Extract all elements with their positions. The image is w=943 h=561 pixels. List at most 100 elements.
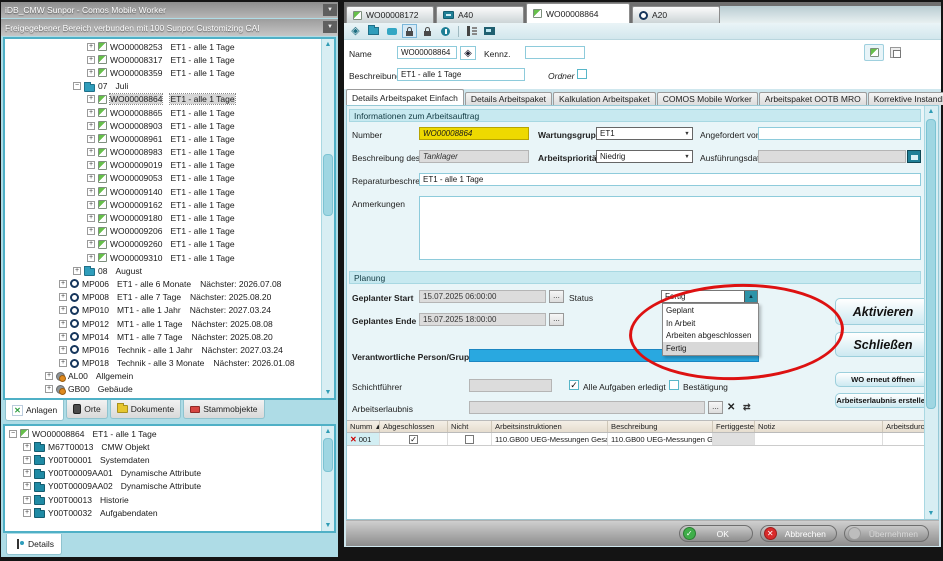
angefordert-input[interactable] (758, 127, 921, 140)
expand-toggle[interactable]: + (23, 482, 31, 490)
tree-item[interactable]: + MP016 Technik - alle 1 Jahr Nächster: … (5, 343, 320, 356)
content-scrollbar[interactable]: ▲ ▼ (924, 106, 938, 519)
uebernehmen-button[interactable]: Übernehmen (844, 525, 929, 542)
expand-toggle[interactable]: + (23, 456, 31, 464)
eq-input[interactable]: Tanklager (419, 150, 529, 163)
column-header[interactable]: Notiz (755, 421, 883, 432)
start-picker-button[interactable]: ... (549, 290, 564, 303)
column-header[interactable]: Beschreibung (608, 421, 713, 432)
tree-item[interactable]: + M67T00013 CMW Objekt (5, 440, 320, 453)
ordner-checkbox[interactable] (577, 69, 587, 79)
tree-item[interactable]: + WO00009019 ET1 - alle 1 Tage (5, 159, 320, 172)
column-header[interactable]: Numm ▲ (347, 421, 380, 432)
tree-item[interactable]: + WO00009180 ET1 - alle 1 Tage (5, 211, 320, 224)
expand-toggle[interactable]: + (59, 306, 67, 314)
expand-toggle[interactable]: + (87, 254, 95, 262)
tree-item[interactable]: + WO00008317 ET1 - alle 1 Tage (5, 53, 320, 66)
bestaetigung-checkbox[interactable] (669, 380, 679, 390)
expand-toggle[interactable]: + (87, 227, 95, 235)
notiz-cell[interactable] (755, 433, 883, 445)
expand-toggle[interactable]: + (87, 201, 95, 209)
instruktionen-cell[interactable]: 110.GB00 UEG-Messungen Gesamta (492, 433, 608, 445)
expand-toggle[interactable]: + (87, 56, 95, 64)
calendar-icon[interactable] (907, 150, 921, 163)
info-icon[interactable] (438, 24, 453, 38)
nicht-checkbox[interactable] (465, 435, 474, 444)
tree-item[interactable]: + WO00009053 ET1 - alle 1 Tage (5, 172, 320, 185)
expand-toggle[interactable]: + (87, 148, 95, 156)
status-list-icon[interactable] (464, 24, 479, 38)
navigator-diamond-button[interactable]: ◈ (460, 46, 476, 60)
swap-icon[interactable]: ⇄ (743, 402, 751, 413)
expand-toggle[interactable]: + (87, 161, 95, 169)
tree-item[interactable]: + WO00009310 ET1 - alle 1 Tage (5, 251, 320, 264)
tree-item[interactable]: + WO00008903 ET1 - alle 1 Tage (5, 119, 320, 132)
open-folder-icon[interactable] (366, 24, 381, 38)
expand-toggle[interactable]: + (59, 280, 67, 288)
unlock-icon[interactable] (402, 24, 417, 38)
ende-picker-button[interactable]: ... (549, 313, 564, 326)
tree-item[interactable]: − WO00008864 ET1 - alle 1 Tage (5, 427, 320, 440)
scroll-down-icon[interactable]: ▼ (925, 508, 937, 519)
abbrechen-button[interactable]: ✕ Abbrechen (760, 525, 837, 542)
document-tab[interactable]: WO00008864 (526, 3, 630, 23)
anmerkungen-textarea[interactable] (419, 196, 921, 260)
beschreibung-cell[interactable]: 110.GB00 UEG-Messungen Gesa (608, 433, 713, 445)
detail-tab[interactable]: Korrektive Instandhaltung (868, 92, 943, 105)
document-tab[interactable]: A20 (632, 6, 720, 23)
scrollbar-thumb[interactable] (323, 438, 333, 472)
fertiggestellt-cell[interactable] (713, 433, 755, 445)
column-header[interactable]: Abgeschlossen (380, 421, 448, 432)
wo-erneut-oeffnen-button[interactable]: WO erneut öffnen (835, 372, 931, 387)
tree-item[interactable]: + MP014 MT1 - alle 7 Tage Nächster: 2025… (5, 330, 320, 343)
tree-item[interactable]: + WO00008983 ET1 - alle 1 Tage (5, 146, 320, 159)
beschreibung-input[interactable]: ET1 - alle 1 Tage (397, 68, 525, 81)
kennz-input[interactable] (525, 46, 585, 59)
tree-item[interactable]: + WO00009206 ET1 - alle 1 Tage (5, 225, 320, 238)
tree-item[interactable]: + Y00T00001 Systemdaten (5, 453, 320, 466)
expand-toggle[interactable]: + (23, 509, 31, 517)
status-option[interactable]: Geplant (663, 304, 758, 317)
arbeitsdurchfuehrung-cell[interactable] (883, 433, 925, 445)
left-panel-tab[interactable]: Anlagen (5, 400, 64, 421)
tree-item[interactable]: + MP018 Technik - alle 3 Monate Nächster… (5, 357, 320, 370)
tree-item[interactable]: + Y00T00013 Historie (5, 493, 320, 506)
detail-tab[interactable]: Details Arbeitspaket Einfach (346, 89, 464, 105)
scrollbar-thumb[interactable] (323, 154, 333, 216)
navigate-icon[interactable]: ◈ (348, 24, 363, 38)
expand-toggle[interactable]: + (87, 43, 95, 51)
detail-tab[interactable]: COMOS Mobile Worker (657, 92, 758, 105)
expand-toggle[interactable]: + (87, 95, 95, 103)
tree-item[interactable]: + WO00008864 ET1 - alle 1 Tage (5, 93, 320, 106)
tree-item[interactable]: + MP010 MT1 - alle 1 Jahr Nächster: 2027… (5, 304, 320, 317)
tree-item[interactable]: − 07 Juli (5, 80, 320, 93)
chevron-down-icon[interactable]: ▼ (323, 21, 337, 33)
expand-toggle[interactable]: + (59, 320, 67, 328)
tree-item[interactable]: + Y00T00032 Aufgabendaten (5, 506, 320, 519)
left-panel-tab[interactable]: Stammobjekte (183, 400, 264, 419)
chevron-down-icon[interactable]: ▼ (323, 4, 337, 16)
task-table-row[interactable]: ✕001 110.GB00 UEG-Messungen Gesamta 110.… (347, 433, 925, 446)
scroll-up-icon[interactable]: ▲ (925, 106, 937, 117)
detail-tab[interactable]: Details Arbeitspaket (465, 92, 552, 105)
expand-toggle[interactable]: + (87, 122, 95, 130)
wartungsgruppe-select[interactable]: ET1 ▼ (596, 127, 693, 140)
reparatur-input[interactable]: ET1 - alle 1 Tage (419, 173, 921, 186)
ok-button[interactable]: ✓ OK (679, 525, 753, 542)
expand-toggle[interactable]: − (73, 82, 81, 90)
tree-item[interactable]: + MP012 MT1 - alle 1 Tage Nächster: 2025… (5, 317, 320, 330)
tree-scrollbar[interactable]: ▲ ▼ (321, 39, 334, 398)
expand-toggle[interactable]: + (23, 469, 31, 477)
arbeitserlaubnis-erstellen-button[interactable]: Arbeitserlaubnis erstellen (835, 393, 931, 408)
expand-toggle[interactable]: − (9, 430, 17, 438)
expand-toggle[interactable]: + (45, 385, 53, 393)
expand-toggle[interactable]: + (59, 333, 67, 341)
expand-toggle[interactable]: + (45, 372, 53, 380)
expand-toggle[interactable]: + (87, 135, 95, 143)
document-tab[interactable]: A40 (436, 6, 524, 23)
status-option[interactable]: In Arbeit (663, 317, 758, 330)
schliessen-button[interactable]: Schließen (835, 332, 931, 357)
geplanter-start-input[interactable]: 15.07.2025 06:00:00 (419, 290, 546, 303)
document-tab[interactable]: WO00008172 (346, 6, 434, 23)
database-header[interactable]: iDB_CMW Sunpor - Comos Mobile Worker ▼ (1, 2, 338, 18)
